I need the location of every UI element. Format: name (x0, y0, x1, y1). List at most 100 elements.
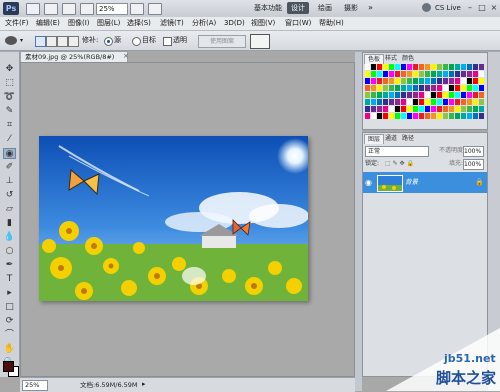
swatch[interactable] (395, 85, 400, 91)
swatch[interactable] (443, 92, 448, 98)
swatch[interactable] (455, 85, 460, 91)
swatch[interactable] (431, 78, 436, 84)
swatch[interactable] (473, 85, 478, 91)
swatch[interactable] (389, 99, 394, 105)
swatch[interactable] (467, 106, 472, 112)
menu-window[interactable]: 窗口(W) (285, 17, 311, 30)
swatch[interactable] (413, 106, 418, 112)
swatch[interactable] (461, 106, 466, 112)
swatch[interactable] (395, 106, 400, 112)
swatch[interactable] (401, 113, 406, 119)
swatch[interactable] (431, 85, 436, 91)
swatch[interactable] (383, 113, 388, 119)
menu-3d[interactable]: 3D(D) (224, 17, 245, 30)
marquee-tool-icon[interactable]: ⬚ (3, 78, 16, 89)
use-pattern-button[interactable]: 使用图案 (198, 35, 246, 48)
swatch[interactable] (383, 71, 388, 77)
screen-mode-icon[interactable] (148, 3, 162, 15)
menu-analysis[interactable]: 分析(A) (192, 17, 216, 30)
zoom-field[interactable]: 25% (22, 380, 48, 391)
3d-orbit-tool-icon[interactable]: ⌒ (3, 330, 16, 341)
swatch[interactable] (395, 92, 400, 98)
swatch[interactable] (431, 113, 436, 119)
type-tool-icon[interactable]: T (3, 274, 16, 285)
swatch[interactable] (419, 99, 424, 105)
swatch[interactable] (425, 113, 430, 119)
swatch[interactable] (407, 106, 412, 112)
swatch[interactable] (365, 106, 370, 112)
swatch[interactable] (479, 85, 484, 91)
swatch[interactable] (389, 106, 394, 112)
swatch[interactable] (395, 71, 400, 77)
swatch[interactable] (395, 113, 400, 119)
swatch[interactable] (431, 71, 436, 77)
swatch[interactable] (407, 85, 412, 91)
swatch[interactable] (377, 113, 382, 119)
menu-image[interactable]: 图像(I) (68, 17, 90, 30)
swatch[interactable] (455, 113, 460, 119)
tab-styles[interactable]: 样式 (382, 54, 400, 63)
swatch[interactable] (389, 92, 394, 98)
swatch[interactable] (365, 71, 370, 77)
swatch[interactable] (365, 92, 370, 98)
zoom-level-select[interactable]: 25% (96, 3, 128, 15)
swatch[interactable] (473, 106, 478, 112)
menu-view[interactable]: 视图(V) (251, 17, 275, 30)
swatch[interactable] (413, 78, 418, 84)
swatch[interactable] (389, 64, 394, 70)
swatch[interactable] (383, 85, 388, 91)
swatch[interactable] (413, 113, 418, 119)
swatch[interactable] (443, 78, 448, 84)
swatch[interactable] (383, 92, 388, 98)
swatch[interactable] (425, 92, 430, 98)
swatch[interactable] (419, 113, 424, 119)
swatch[interactable] (467, 85, 472, 91)
eyedropper-tool-icon[interactable]: ⁄ (3, 134, 16, 145)
swatch[interactable] (467, 64, 472, 70)
swatch[interactable] (479, 78, 484, 84)
swatch[interactable] (443, 113, 448, 119)
swatch[interactable] (377, 71, 382, 77)
swatch[interactable] (467, 92, 472, 98)
menu-layer[interactable]: 图层(L) (97, 17, 120, 30)
swatch[interactable] (383, 99, 388, 105)
swatch[interactable] (437, 99, 442, 105)
swatch[interactable] (461, 71, 466, 77)
swatch[interactable] (455, 71, 460, 77)
add-selection-icon[interactable] (46, 36, 57, 47)
swatch[interactable] (413, 85, 418, 91)
swatch[interactable] (443, 106, 448, 112)
swatch[interactable] (365, 85, 370, 91)
swatch[interactable] (407, 113, 412, 119)
swatch[interactable] (473, 92, 478, 98)
swatch[interactable] (449, 85, 454, 91)
swatch[interactable] (389, 113, 394, 119)
swatch[interactable] (449, 99, 454, 105)
swatch[interactable] (479, 92, 484, 98)
preset-dropdown-icon[interactable]: ▾ (20, 37, 23, 44)
fill-field[interactable]: 100% (463, 159, 484, 170)
swatch[interactable] (431, 64, 436, 70)
swatch[interactable] (473, 78, 478, 84)
eraser-tool-icon[interactable]: ▱ (3, 204, 16, 215)
swatch[interactable] (467, 78, 472, 84)
swatch[interactable] (461, 92, 466, 98)
swatch[interactable] (449, 78, 454, 84)
swatch[interactable] (371, 92, 376, 98)
workspace-more-icon[interactable]: » (368, 2, 373, 14)
swatch[interactable] (425, 78, 430, 84)
source-radio[interactable] (104, 37, 113, 46)
swatch[interactable] (461, 99, 466, 105)
swatch[interactable] (461, 64, 466, 70)
close-icon[interactable]: × (488, 2, 500, 13)
swatch[interactable] (377, 99, 382, 105)
swatch[interactable] (437, 85, 442, 91)
swatch[interactable] (407, 78, 412, 84)
swatch[interactable] (365, 113, 370, 119)
swatch[interactable] (443, 71, 448, 77)
swatch[interactable] (419, 78, 424, 84)
swatch[interactable] (395, 78, 400, 84)
swatch[interactable] (479, 113, 484, 119)
shape-tool-icon[interactable]: □ (3, 302, 16, 313)
swatch[interactable] (479, 71, 484, 77)
